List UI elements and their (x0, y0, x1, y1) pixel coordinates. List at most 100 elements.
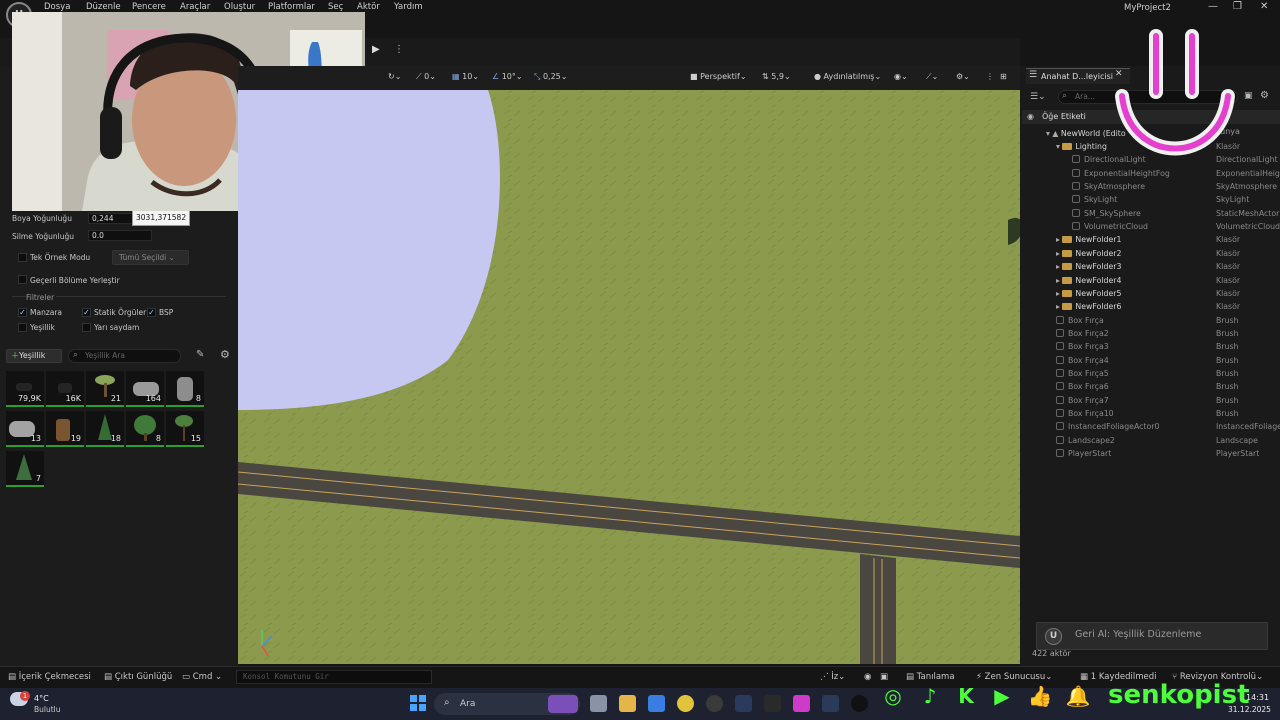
menu-select[interactable]: Seç (328, 2, 343, 12)
view-mode-button[interactable]: ■ Perspektif⌄ (690, 72, 747, 81)
column-label[interactable]: Öğe Etiketi (1042, 112, 1086, 121)
scale-snap-button[interactable]: ⤡ 0,25⌄ (534, 72, 567, 82)
minimize-button[interactable]: — (1208, 1, 1218, 12)
outliner-row[interactable]: ▸ NewFolder2 Klasör (1022, 247, 1280, 260)
diagnostics-button[interactable]: ▤ Tanılama (906, 672, 955, 682)
foliage-tile[interactable]: 15 (166, 411, 204, 447)
foliage-tile[interactable]: 8 (126, 411, 164, 447)
outliner-row[interactable]: SkyAtmosphere SkyAtmosphere (1022, 180, 1280, 193)
gear-icon[interactable]: ⚙ (1260, 90, 1269, 101)
layout-button[interactable]: ⊞ (1000, 72, 1007, 81)
brush-icon[interactable]: ✎ (196, 349, 204, 360)
output-log-button[interactable]: ▤ Çıktı Günlüğü (104, 672, 172, 682)
foliage-tile[interactable]: 16K (46, 371, 84, 407)
play-button[interactable]: ▶ (372, 44, 386, 56)
foliage-search-input[interactable]: Yeşillik Ara (68, 349, 181, 363)
outliner-row[interactable]: Landscape2 Landscape (1022, 434, 1280, 447)
unreal-editor-taskbar-icon[interactable] (851, 695, 868, 712)
transform-mode-button[interactable]: ↻⌄ (388, 72, 401, 81)
steam-icon[interactable] (735, 695, 752, 712)
app-icon[interactable] (793, 695, 810, 712)
store-icon[interactable] (648, 695, 665, 712)
menu-create[interactable]: Oluştur (224, 2, 255, 12)
filter-translucent-checkbox[interactable] (82, 323, 91, 332)
zen-server-button[interactable]: ⚡ Zen Sunucusu⌄ (976, 672, 1052, 682)
filter-static-mesh-checkbox[interactable]: ✓ (82, 308, 91, 317)
show-flags-button[interactable]: ◉⌄ (894, 72, 908, 81)
menu-window[interactable]: Pencere (132, 2, 166, 12)
add-foliage-button[interactable]: ＋Yeşillik (6, 349, 62, 363)
outliner-row[interactable]: VolumetricCloud VolumetricCloud (1022, 220, 1280, 233)
filter-icon[interactable]: ☰⌄ (1030, 92, 1046, 102)
cmd-dropdown[interactable]: ▭ Cmd ⌄ (182, 672, 222, 682)
menu-actor[interactable]: Aktör (357, 2, 380, 12)
add-folder-icon[interactable]: ▣ (1244, 91, 1253, 101)
foliage-tile[interactable]: 13 (6, 411, 44, 447)
outliner-row[interactable]: ▸ NewFolder5 Klasör (1022, 287, 1280, 300)
viewport-menu-button[interactable]: ⋮ (986, 72, 994, 81)
screenshot-icon[interactable]: ▣ (880, 672, 888, 682)
menu-help[interactable]: Yardım (394, 2, 423, 12)
weather-desc[interactable]: Bulutlu (34, 705, 61, 714)
filter-foliage-checkbox[interactable] (18, 323, 27, 332)
outliner-row[interactable]: ▸ NewFolder4 Klasör (1022, 274, 1280, 287)
outliner-row[interactable]: SkyLight SkyLight (1022, 193, 1280, 206)
foliage-tile[interactable]: 21 (86, 371, 124, 407)
outliner-row[interactable]: ▸ NewFolder6 Klasör (1022, 300, 1280, 313)
outliner-row[interactable]: InstancedFoliageActor0 InstancedFoliage (1022, 420, 1280, 433)
menu-file[interactable]: Dosya (44, 2, 70, 12)
single-instance-dropdown[interactable]: Tümü Seçildi ⌄ (112, 250, 189, 265)
lighting-mode-button[interactable]: ● Aydınlatılmış⌄ (814, 72, 881, 81)
menu-platforms[interactable]: Platformlar (268, 2, 315, 12)
outliner-row[interactable]: ExponentialHeightFog ExponentialHeigh (1022, 167, 1280, 180)
visibility-eye-icon[interactable]: ◉ (1027, 112, 1034, 121)
foliage-tile[interactable]: 8 (166, 371, 204, 407)
outliner-row[interactable]: SM_SkySphere StaticMeshActor (1022, 207, 1280, 220)
outliner-row[interactable]: Box Fırça5 Brush (1022, 367, 1280, 380)
outliner-row[interactable]: Box Fırça4 Brush (1022, 354, 1280, 367)
clock-time[interactable]: 14:31 (1246, 693, 1269, 702)
foliage-tile[interactable]: 18 (86, 411, 124, 447)
level-viewport[interactable] (238, 90, 1020, 664)
task-view-icon[interactable] (590, 695, 607, 712)
rotate-snap-button[interactable]: ⟋ 0⌄ (416, 72, 436, 82)
record-icon[interactable]: ◉ (864, 672, 871, 682)
foliage-tile[interactable]: 79,9K (6, 371, 44, 407)
single-instance-checkbox[interactable] (18, 253, 27, 262)
grid-snap-button[interactable]: ▦ 10⌄ (452, 72, 479, 81)
viewport-settings-button[interactable]: ⚙⌄ (956, 72, 970, 81)
outliner-row[interactable]: Box Fırça7 Brush (1022, 394, 1280, 407)
outliner-row[interactable]: PlayerStart PlayerStart (1022, 447, 1280, 460)
gear-icon[interactable]: ⚙ (220, 348, 230, 361)
menu-tools[interactable]: Araçlar (180, 2, 210, 12)
close-window-button[interactable]: ✕ (1260, 1, 1268, 12)
epic-games-icon[interactable] (764, 695, 781, 712)
erase-density-field[interactable]: 0.0 (88, 230, 152, 241)
outliner-row[interactable]: ▸ NewFolder1 Klasör (1022, 233, 1280, 246)
outliner-row[interactable]: Box Fırça Brush (1022, 314, 1280, 327)
outliner-row[interactable]: Box Fırça3 Brush (1022, 340, 1280, 353)
foliage-tile[interactable]: 7 (6, 451, 44, 487)
chrome-icon[interactable] (677, 695, 694, 712)
outliner-row[interactable]: Box Fırça6 Brush (1022, 380, 1280, 393)
filter-landscape-checkbox[interactable]: ✓ (18, 308, 27, 317)
filter-bsp-checkbox[interactable]: ✓ (147, 308, 156, 317)
weather-temp[interactable]: 4°C (34, 694, 49, 703)
realtime-button[interactable]: ⟋⌄ (926, 72, 938, 82)
maximize-button[interactable]: ❐ (1233, 1, 1242, 12)
trace-button[interactable]: ⋰ İz⌄ (820, 672, 845, 682)
outliner-row[interactable]: ▸ NewFolder3 Klasör (1022, 260, 1280, 273)
steam-icon-2[interactable] (822, 695, 839, 712)
file-explorer-icon[interactable] (619, 695, 636, 712)
windows-start-icon[interactable] (410, 695, 426, 711)
play-options-button[interactable]: ⋮ (394, 44, 404, 55)
foliage-tile[interactable]: 164 (126, 371, 164, 407)
menu-edit[interactable]: Düzenle (86, 2, 121, 12)
console-command-input[interactable]: Konsol Komutunu Gir (236, 670, 432, 684)
foliage-tile[interactable]: 19 (46, 411, 84, 447)
outliner-row[interactable]: Box Fırça10 Brush (1022, 407, 1280, 420)
outliner-row[interactable]: Box Fırça2 Brush (1022, 327, 1280, 340)
content-drawer-button[interactable]: ▤ İçerik Çekmecesi (8, 672, 91, 682)
place-in-level-checkbox[interactable] (18, 275, 27, 284)
angle-snap-button[interactable]: ∠ 10°⌄ (492, 72, 523, 81)
